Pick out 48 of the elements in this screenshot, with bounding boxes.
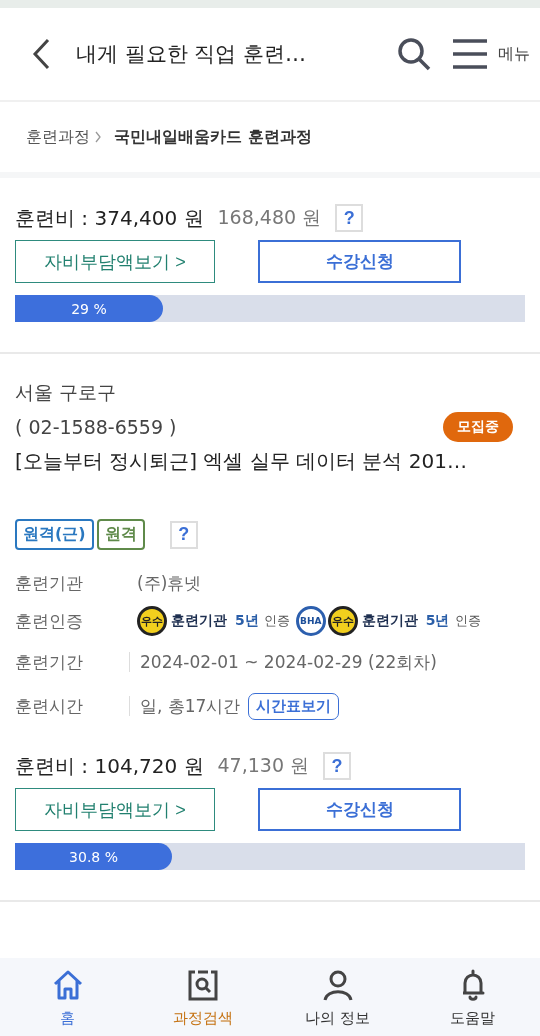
breadcrumb-link[interactable]: 국민내일배움카드 훈련과정 <box>114 126 312 148</box>
progress-reading: 29 % <box>71 300 107 317</box>
search-icon[interactable] <box>396 36 432 72</box>
copay-button[interactable]: 자비부담액보기 > <box>15 788 215 831</box>
timetable-button[interactable]: 시간표보기 <box>248 692 340 720</box>
progress-reading: 30.8 % <box>69 848 118 865</box>
breadcrumb-link[interactable]: 훈련과정 <box>26 126 90 148</box>
info-label: 훈련시간 <box>15 694 84 718</box>
training-fee: 훈련비 : 374,400 원 <box>15 204 204 232</box>
help-button[interactable]: ? <box>169 520 198 549</box>
info-label: 훈련기간 <box>15 650 84 674</box>
cert-name: 훈련기관 <box>361 612 418 630</box>
mode-tag: 원격(근) <box>15 519 94 550</box>
copay-button[interactable]: 자비부담액보기 > <box>15 240 215 283</box>
award-seal: 우수 <box>327 606 358 636</box>
status-badge: 모집중 <box>443 412 513 442</box>
course-phone: ( 02-1588-6559 ) <box>15 416 177 438</box>
course-location: 서울 구로구 <box>15 380 118 405</box>
info-value: 2024-02-01 ~ 2024-02-29 (22회차) <box>140 650 437 674</box>
cert-name: 훈련기관 <box>171 612 227 630</box>
apply-button[interactable]: 수강신청 <box>258 788 461 831</box>
menu-icon[interactable] <box>452 38 488 70</box>
info-value: (주)휴넷 <box>137 571 202 595</box>
info-label: 훈련기관 <box>15 571 84 595</box>
self-pay-amount: 47,130 원 <box>217 753 310 778</box>
nav-tab[interactable]: 도움말 <box>405 958 540 1036</box>
info-label: 훈련인증 <box>15 609 84 633</box>
info-value: 일, 총17시간 <box>140 694 241 718</box>
help-button[interactable]: ? <box>323 752 352 780</box>
bha-seal: BHA <box>295 606 326 636</box>
help-button[interactable]: ? <box>335 204 364 232</box>
nav-tab[interactable]: 홈 <box>0 958 135 1036</box>
apply-button[interactable]: 수강신청 <box>258 240 461 283</box>
nav-tab[interactable]: 과정검색 <box>135 958 270 1036</box>
cert-suffix: 인증 <box>263 612 290 630</box>
cert-years: 5년 <box>425 612 450 630</box>
menu-label: 메뉴 <box>498 43 530 65</box>
cert-years: 5년 <box>235 612 259 630</box>
self-pay-amount: 168,480 원 <box>217 205 322 230</box>
chevron-icon <box>94 131 102 143</box>
mode-tag: 원격 <box>96 519 145 550</box>
page-title: 내게 필요한 직업 훈련… <box>76 41 308 68</box>
back-button[interactable] <box>30 37 52 71</box>
course-title[interactable]: [오늘부터 정시퇴근] 엑셀 실무 데이터 분석 201… <box>15 448 525 475</box>
nav-tab[interactable]: 나의 정보 <box>270 958 405 1036</box>
cert-suffix: 인증 <box>454 612 481 630</box>
award-seal: 우수 <box>137 606 167 636</box>
training-fee: 훈련비 : 104,720 원 <box>15 752 204 780</box>
